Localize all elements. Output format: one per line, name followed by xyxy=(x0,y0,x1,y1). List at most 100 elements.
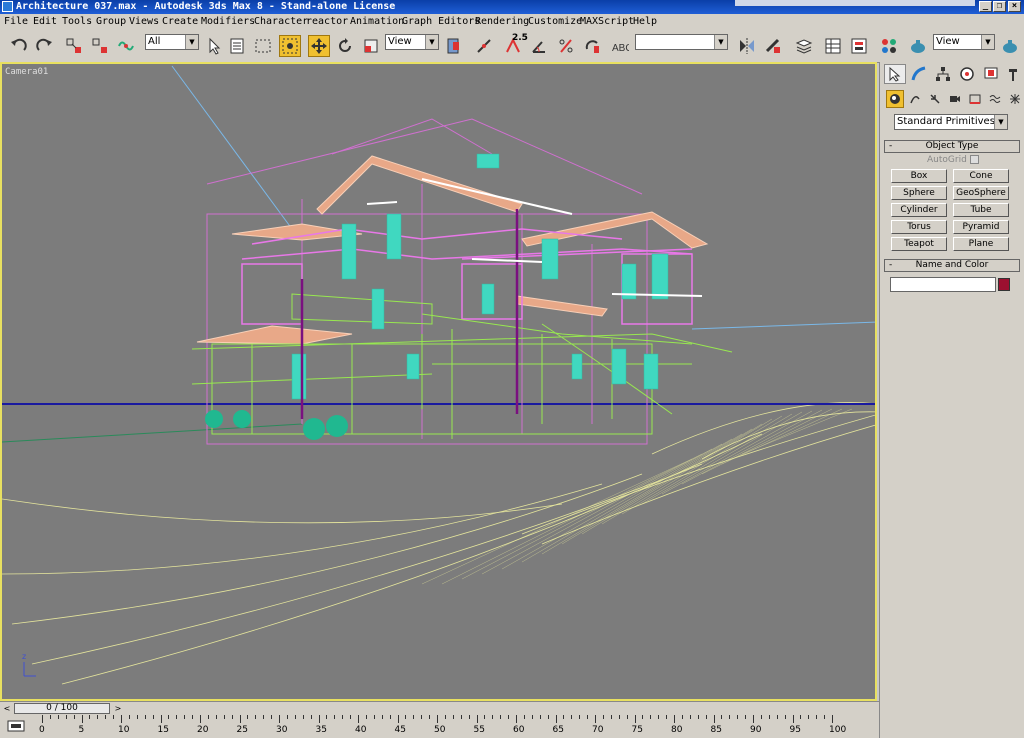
viewport-label[interactable]: Camera01 xyxy=(5,67,48,77)
timeline-tick xyxy=(705,715,707,719)
select-and-scale-icon[interactable] xyxy=(360,35,382,57)
geosphere-button[interactable]: GeoSphere xyxy=(953,186,1009,200)
timeline-tick xyxy=(571,715,573,719)
cylinder-button[interactable]: Cylinder xyxy=(891,203,947,217)
display-tab-icon[interactable] xyxy=(980,64,1002,84)
named-selection-dropdown[interactable]: ▼ xyxy=(635,34,728,50)
space-warps-icon[interactable] xyxy=(986,90,1004,108)
menu-help[interactable]: Help xyxy=(633,14,657,30)
camera-viewport[interactable]: Camera01 z xyxy=(0,62,877,701)
autogrid-label: AutoGrid xyxy=(927,155,967,165)
minimize-button[interactable]: _ xyxy=(979,1,992,12)
menu-modifiers[interactable]: Modifiers xyxy=(201,14,255,30)
primitive-category-dropdown[interactable]: Standard Primitives ▼ xyxy=(894,114,1008,130)
bind-to-space-warp-icon[interactable] xyxy=(115,35,137,57)
name-and-color-rollout-header[interactable]: - Name and Color xyxy=(884,259,1020,272)
pyramid-button[interactable]: Pyramid xyxy=(953,220,1009,234)
angle-snap-icon[interactable] xyxy=(528,35,550,57)
curve-editor-icon[interactable] xyxy=(822,35,844,57)
reference-coordinate-dropdown[interactable]: View ▼ xyxy=(385,34,439,50)
utilities-tab-icon[interactable] xyxy=(1004,64,1024,84)
menu-edit[interactable]: Edit xyxy=(33,14,57,30)
layer-manager-icon[interactable] xyxy=(793,35,815,57)
align-icon[interactable] xyxy=(762,35,784,57)
sphere-button[interactable]: Sphere xyxy=(891,186,947,200)
menu-character[interactable]: Character xyxy=(254,14,308,30)
hierarchy-tab-icon[interactable] xyxy=(932,64,954,84)
menu-graph-editors[interactable]: Graph Editors xyxy=(402,14,480,30)
edit-named-selection-icon[interactable]: ABC xyxy=(609,35,631,57)
camera-target-line xyxy=(171,65,293,230)
time-prev-button[interactable]: < xyxy=(1,703,13,714)
plane-button[interactable]: Plane xyxy=(953,237,1009,251)
timeline-tick xyxy=(523,715,525,719)
tube-button[interactable]: Tube xyxy=(953,203,1009,217)
window-crossing-icon[interactable] xyxy=(279,35,301,57)
timeline-tick xyxy=(618,715,620,719)
autogrid-checkbox[interactable] xyxy=(970,155,979,164)
object-color-swatch[interactable] xyxy=(998,278,1010,291)
select-and-link-icon[interactable] xyxy=(63,35,85,57)
spinner-snap-icon[interactable] xyxy=(581,35,603,57)
torus-button[interactable]: Torus xyxy=(891,220,947,234)
menu-file[interactable]: File xyxy=(4,14,28,30)
motion-tab-icon[interactable] xyxy=(956,64,978,84)
cameras-icon[interactable] xyxy=(946,90,964,108)
percent-snap-icon[interactable] xyxy=(555,35,577,57)
timeline-tick xyxy=(689,715,691,719)
mini-curve-editor-icon[interactable] xyxy=(6,718,26,734)
app-icon[interactable] xyxy=(2,1,13,12)
cone-button[interactable]: Cone xyxy=(953,169,1009,183)
track-bar[interactable]: 0 5 10 15 20 25 30 35 40 45 50 55 60 65 70 75 80 85 90 95 10… xyxy=(0,715,879,738)
box-button[interactable]: Box xyxy=(891,169,947,183)
timeline-tick xyxy=(437,715,438,723)
quick-render-icon[interactable] xyxy=(999,35,1021,57)
chevron-down-icon: ▼ xyxy=(994,115,1007,129)
schematic-view-icon[interactable] xyxy=(848,35,870,57)
select-and-rotate-icon[interactable] xyxy=(334,35,356,57)
shapes-icon[interactable] xyxy=(906,90,924,108)
object-type-rollout-header[interactable]: - Object Type xyxy=(884,140,1020,153)
select-and-manipulate-icon[interactable] xyxy=(473,35,495,57)
unlink-selection-icon[interactable] xyxy=(89,35,111,57)
menu-views[interactable]: Views xyxy=(129,14,159,30)
menu-create[interactable]: Create xyxy=(162,14,198,30)
menu-maxscript[interactable]: MAXScript xyxy=(580,14,634,30)
menu-reactor[interactable]: reactor xyxy=(306,14,348,30)
timeline-tick xyxy=(373,715,375,719)
menu-animation[interactable]: Animation xyxy=(350,14,404,30)
menu-group[interactable]: Group xyxy=(96,14,126,30)
pivot-center-icon[interactable] xyxy=(443,35,465,57)
undo-icon[interactable] xyxy=(8,35,30,57)
object-name-input[interactable] xyxy=(890,277,996,292)
create-tab-icon[interactable] xyxy=(884,64,906,84)
material-editor-icon[interactable] xyxy=(878,35,900,57)
timeline-tick xyxy=(634,715,636,723)
restore-button[interactable]: ❐ xyxy=(993,1,1006,12)
teapot-button[interactable]: Teapot xyxy=(891,237,947,251)
wireframe-scene[interactable] xyxy=(2,64,877,701)
lights-icon[interactable] xyxy=(926,90,944,108)
menu-customize[interactable]: Customize xyxy=(528,14,582,30)
select-by-name-icon[interactable] xyxy=(227,35,249,57)
close-button[interactable]: × xyxy=(1008,1,1021,12)
command-panel: Standard Primitives ▼ - Object Type AutoGr… xyxy=(879,62,1024,738)
rectangular-selection-icon[interactable] xyxy=(252,35,274,57)
select-object-icon[interactable] xyxy=(203,35,225,57)
selection-filter-dropdown[interactable]: All ▼ xyxy=(145,34,199,50)
modify-tab-icon[interactable] xyxy=(908,64,930,84)
time-slider[interactable]: 0 / 100 xyxy=(14,703,110,714)
timeline-tick xyxy=(697,715,699,719)
render-scene-icon[interactable] xyxy=(907,35,929,57)
time-next-button[interactable]: > xyxy=(112,703,124,714)
menu-tools[interactable]: Tools xyxy=(62,14,92,30)
timeline-tick xyxy=(729,715,731,719)
helpers-icon[interactable] xyxy=(966,90,984,108)
redo-icon[interactable] xyxy=(33,35,55,57)
menu-rendering[interactable]: Rendering xyxy=(475,14,529,30)
systems-icon[interactable] xyxy=(1006,90,1024,108)
render-type-dropdown[interactable]: View ▼ xyxy=(933,34,995,50)
mirror-icon[interactable] xyxy=(736,35,758,57)
geometry-icon[interactable] xyxy=(886,90,904,108)
select-and-move-icon[interactable] xyxy=(308,35,330,57)
